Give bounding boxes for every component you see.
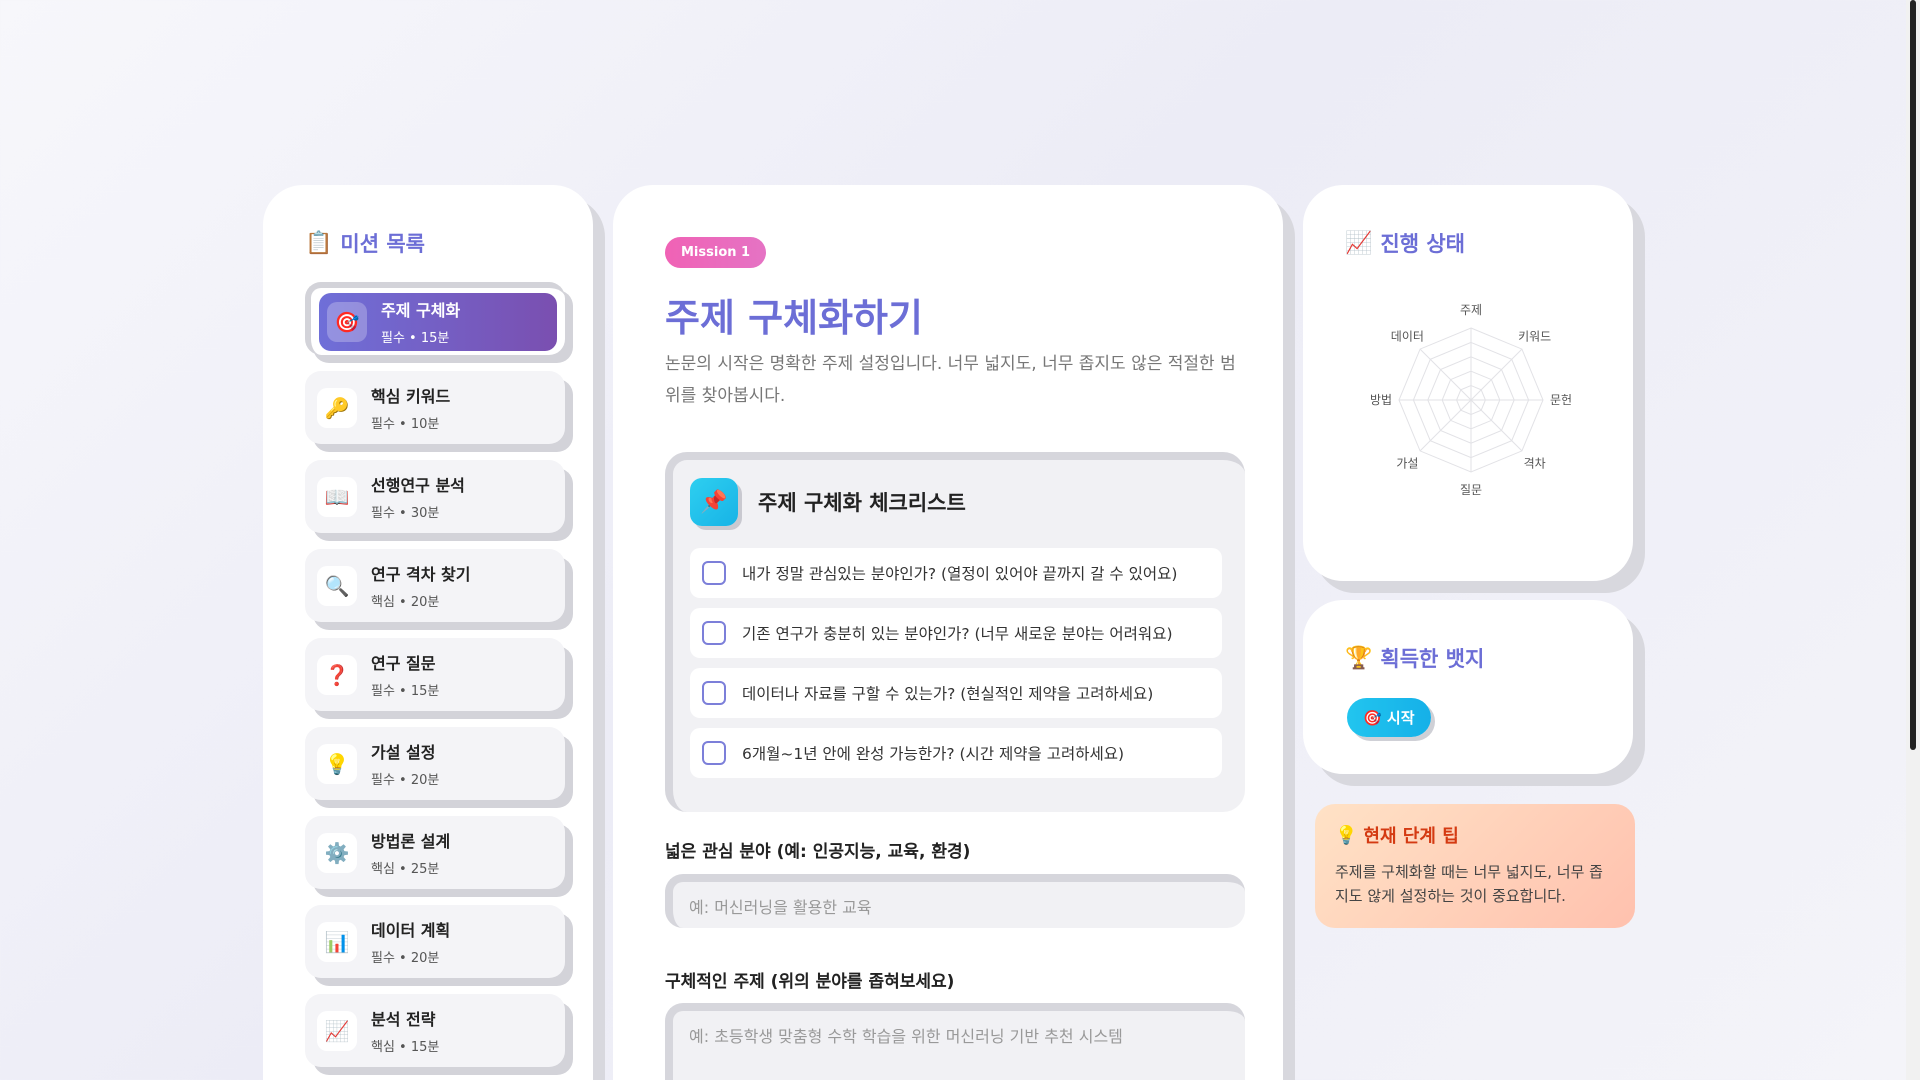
question-icon: ❓ xyxy=(317,654,357,695)
mission-item-meta: 핵심 • 20분 xyxy=(371,595,440,610)
page-scrollbar[interactable] xyxy=(1906,0,1920,1080)
radar-axis-label: 키워드 xyxy=(1518,329,1551,343)
clipboard-icon: 📋 xyxy=(305,230,333,256)
progress-title-text: 진행 상태 xyxy=(1380,232,1465,256)
mission-item-label: 연구 질문 xyxy=(371,654,436,673)
mission-item-question[interactable]: ❓ 연구 질문 필수 • 15분 xyxy=(305,638,565,711)
page-title: 주제 구체화하기 xyxy=(665,296,923,340)
checklist-item-text: 6개월~1년 안에 완성 가능한가? (시간 제약을 고려하세요) xyxy=(742,745,1125,763)
mission-item-label: 주제 구체화 xyxy=(381,301,461,320)
mission-item-meta: 필수 • 15분 xyxy=(381,331,450,346)
mission-item-label: 데이터 계획 xyxy=(371,921,451,940)
checkbox[interactable] xyxy=(702,741,726,765)
badges-title-text: 획득한 뱃지 xyxy=(1380,647,1485,671)
badges-title: 🏆 획득한 뱃지 xyxy=(1345,643,1484,673)
mission-list-panel: 📋 미션 목록 🎯 주제 구체화 필수 • 15분 🔑 핵심 키워드 필수 • … xyxy=(263,185,593,1080)
chart-icon: 📈 xyxy=(1345,230,1373,256)
progress-card: 📈 진행 상태 주제키워드문헌격차질문 가설 방법 데이터 xyxy=(1303,185,1633,581)
checklist-item[interactable]: 기존 연구가 충분히 있는 분야인가? (너무 새로운 분야는 어려워요) xyxy=(690,608,1222,658)
topic-checklist: 📌 주제 구체화 체크리스트 내가 정말 관심있는 분야인가? (열정이 있어야… xyxy=(665,452,1245,812)
trend-chart-icon: 📈 xyxy=(317,1010,357,1051)
checklist-item[interactable]: 6개월~1년 안에 완성 가능한가? (시간 제약을 고려하세요) xyxy=(690,728,1222,778)
progress-title: 📈 진행 상태 xyxy=(1345,228,1465,258)
mission-item-analysis[interactable]: 📈 분석 전략 핵심 • 15분 xyxy=(305,994,565,1067)
trophy-icon: 🏆 xyxy=(1345,645,1373,671)
mission-item-meta: 필수 • 10분 xyxy=(371,417,440,432)
key-icon: 🔑 xyxy=(317,387,357,428)
mission-description: 논문의 시작은 명확한 주제 설정입니다. 너무 넓지도, 너무 좁지도 않은 … xyxy=(665,354,1236,406)
badge-start: 🎯 시작 xyxy=(1347,698,1431,737)
mission-item-gap[interactable]: 🔍 연구 격차 찾기 핵심 • 20분 xyxy=(305,549,565,622)
radar-axis-label: 격차 xyxy=(1524,457,1546,471)
tip-title: 💡 현재 단계 팁 xyxy=(1335,822,1615,848)
mission-item-label: 선행연구 분석 xyxy=(371,476,465,495)
tip-card: 💡 현재 단계 팁 주제를 구체화할 때는 너무 넓지도, 너무 좁지도 않게 … xyxy=(1315,804,1635,928)
scrollbar-thumb[interactable] xyxy=(1910,0,1916,750)
broad-interest-label: 넓은 관심 분야 (예: 인공지능, 교육, 환경) xyxy=(665,842,971,862)
mission-item-literature[interactable]: 📖 선행연구 분석 필수 • 30분 xyxy=(305,460,565,533)
mission-item-meta: 핵심 • 25분 xyxy=(371,862,440,877)
bar-chart-icon: 📊 xyxy=(317,921,357,962)
tip-text: 주제를 구체화할 때는 너무 넓지도, 너무 좁지도 않게 설정하는 것이 중요… xyxy=(1335,863,1603,905)
lightbulb-icon: 💡 xyxy=(317,743,357,784)
mission-item-meta: 필수 • 30분 xyxy=(371,506,440,521)
radar-axis-label: 질문 xyxy=(1460,483,1482,497)
checklist-item-text: 내가 정말 관심있는 분야인가? (열정이 있어야 끝까지 갈 수 있어요) xyxy=(742,565,1178,583)
radar-axis-label: 문헌 xyxy=(1550,393,1572,407)
mission-item-hypothesis[interactable]: 💡 가설 설정 필수 • 20분 xyxy=(305,727,565,800)
checklist-item-text: 데이터나 자료를 구할 수 있는가? (현실적인 제약을 고려하세요) xyxy=(742,685,1154,703)
mission-item-meta: 핵심 • 15분 xyxy=(371,1040,440,1055)
badge-label: 시작 xyxy=(1386,709,1415,727)
specific-topic-label: 구체적인 주제 (위의 분야를 좁혀보세요) xyxy=(665,972,955,992)
mission-item-label: 가설 설정 xyxy=(371,743,436,762)
radar-axis-label: 방법 xyxy=(1370,393,1392,407)
checklist-item[interactable]: 내가 정말 관심있는 분야인가? (열정이 있어야 끝까지 갈 수 있어요) xyxy=(690,548,1222,598)
gear-icon: ⚙️ xyxy=(317,832,357,873)
specific-topic-input[interactable]: 예: 초등학생 맞춤형 수학 학습을 위한 머신러닝 기반 추천 시스템 xyxy=(665,1003,1245,1080)
mission-item-methodology[interactable]: ⚙️ 방법론 설계 핵심 • 25분 xyxy=(305,816,565,889)
radar-axis-label: 주제 xyxy=(1460,303,1482,317)
target-icon: 🎯 xyxy=(327,301,367,342)
mission-item-data-plan[interactable]: 📊 데이터 계획 필수 • 20분 xyxy=(305,905,565,978)
checkbox[interactable] xyxy=(702,681,726,705)
target-icon: 🎯 xyxy=(1363,709,1382,727)
mission-item-label: 연구 격차 찾기 xyxy=(371,565,471,584)
checkbox[interactable] xyxy=(702,561,726,585)
checklist-title: 주제 구체화 체크리스트 xyxy=(758,491,966,515)
mission-item-label: 분석 전략 xyxy=(371,1010,436,1029)
mission-list-title-text: 미션 목록 xyxy=(340,232,425,256)
broad-interest-input[interactable]: 예: 머신러닝을 활용한 교육 xyxy=(665,874,1245,928)
radar-axis-label: 데이터 xyxy=(1391,329,1424,343)
progress-radar-chart: 주제키워드문헌격차질문 가설 방법 데이터 xyxy=(1331,280,1611,520)
checkbox[interactable] xyxy=(702,621,726,645)
checklist-item-text: 기존 연구가 충분히 있는 분야인가? (너무 새로운 분야는 어려워요) xyxy=(742,625,1173,643)
mission-list-title: 📋 미션 목록 xyxy=(305,228,425,258)
mission-item-label: 핵심 키워드 xyxy=(371,387,451,406)
mission-list: 🎯 주제 구체화 필수 • 15분 🔑 핵심 키워드 필수 • 10분 📖 선행… xyxy=(305,282,565,1080)
checklist-item[interactable]: 데이터나 자료를 구할 수 있는가? (현실적인 제약을 고려하세요) xyxy=(690,668,1222,718)
book-icon: 📖 xyxy=(317,476,357,517)
mission-item-topic[interactable]: 🎯 주제 구체화 필수 • 15분 xyxy=(305,282,565,355)
mission-content-panel: Mission 1 주제 구체화하기 논문의 시작은 명확한 주제 설정입니다.… xyxy=(613,185,1283,1080)
magnifier-icon: 🔍 xyxy=(317,565,357,606)
pushpin-icon: 📌 xyxy=(690,478,738,526)
mission-item-keywords[interactable]: 🔑 핵심 키워드 필수 • 10분 xyxy=(305,371,565,444)
mission-item-meta: 필수 • 15분 xyxy=(371,684,440,699)
radar-axis-label: 가설 xyxy=(1396,457,1418,471)
badges-card: 🏆 획득한 뱃지 🎯 시작 xyxy=(1303,600,1633,774)
mission-item-meta: 필수 • 20분 xyxy=(371,951,440,966)
mission-number-badge: Mission 1 xyxy=(665,237,767,268)
lightbulb-icon: 💡 xyxy=(1335,824,1358,846)
mission-item-label: 방법론 설계 xyxy=(371,832,451,851)
radar-svg: 주제키워드문헌격차질문 가설 방법 데이터 xyxy=(1370,303,1572,497)
tip-title-text: 현재 단계 팁 xyxy=(1363,826,1459,847)
mission-item-meta: 필수 • 20분 xyxy=(371,773,440,788)
